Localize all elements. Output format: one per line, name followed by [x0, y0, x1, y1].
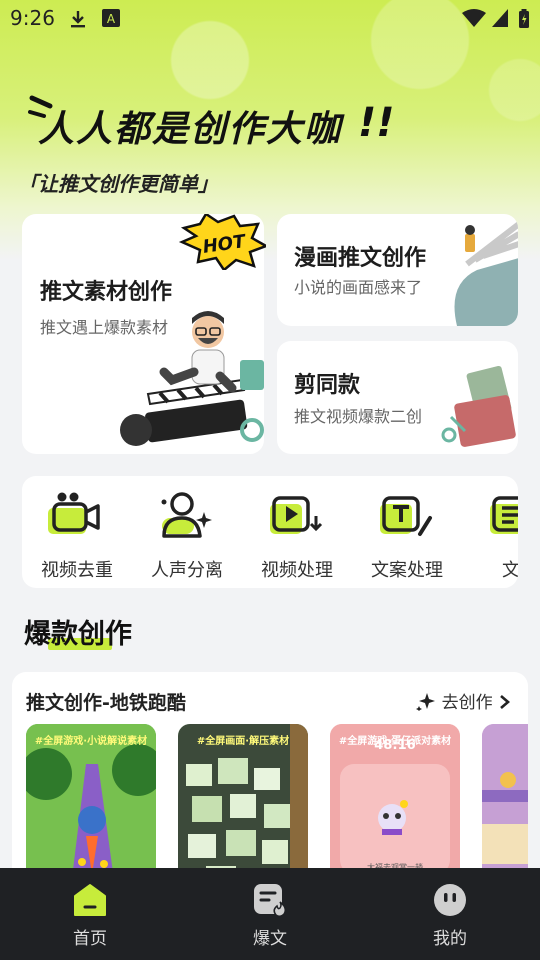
hot-creation-card: 推文创作-地铁跑酷 去创作 #全屏游戏·小说解说素材 #全屏画面·解压素材 #全… — [12, 672, 528, 892]
profile-face-icon — [434, 884, 466, 916]
hero-subslogan: 「让推文创作更简单」 — [18, 172, 218, 196]
tool-label: 视频去重 — [41, 560, 113, 581]
thumb-partial[interactable] — [482, 724, 528, 892]
wifi-icon — [462, 9, 486, 27]
tab-home[interactable]: 首页 — [0, 868, 180, 960]
battery-icon — [519, 9, 529, 28]
font-icon: A — [102, 9, 120, 27]
chopped-cabbage-image — [178, 724, 308, 892]
tab-articles[interactable]: 爆文 — [180, 868, 360, 960]
feature-title: 推文创作-地铁跑酷 — [26, 692, 186, 714]
tool-label: 人声分离 — [151, 560, 223, 581]
comic-card-desc: 小说的画面感来了 — [294, 278, 423, 297]
tab-profile[interactable]: 我的 — [360, 868, 540, 960]
status-time: 9:26 — [10, 6, 55, 30]
creator-character-illustration — [120, 311, 264, 446]
same-template-card[interactable]: 剪同款 推文视频爆款二创 — [277, 341, 518, 454]
go-create-link[interactable]: 去创作 — [416, 688, 512, 713]
comic-creation-card[interactable]: 漫画推文创作 小说的画面感来了 — [277, 214, 518, 326]
thumb-timer: 48:16 — [374, 738, 416, 753]
status-bar: 9:26 A — [0, 0, 540, 36]
thumb-eggy-party[interactable]: #全屏游戏·蛋仔派对素材 48:16 大福去观赏一趟 — [330, 724, 460, 892]
article-icon — [490, 496, 518, 534]
home-icon — [74, 884, 106, 916]
partial-thumb-image — [482, 724, 528, 892]
sparkle-icon — [416, 693, 436, 711]
books-scissors-illustration — [441, 365, 516, 447]
material-card-title: 推文素材创作 — [40, 280, 173, 305]
thumb-caption: #全屏画面·解压素材 — [196, 736, 290, 747]
text-edit-icon — [380, 496, 432, 536]
tool-copy-processing[interactable]: 文案处理 — [352, 476, 462, 588]
tool-article[interactable]: 文章 — [462, 476, 518, 588]
signal-icon — [492, 9, 508, 27]
stairs-book-illustration — [454, 221, 518, 326]
same-card-title: 剪同款 — [294, 373, 361, 398]
go-create-label: 去创作 — [441, 693, 493, 713]
comic-card-title: 漫画推文创作 — [294, 246, 427, 271]
thumb-caption: #全屏游戏·小说解说素材 — [34, 736, 148, 747]
tab-label: 爆文 — [253, 929, 287, 949]
tool-label: 视频处理 — [261, 560, 333, 581]
tool-video-processing[interactable]: 视频处理 — [242, 476, 352, 588]
same-card-desc: 推文视频爆款二创 — [294, 407, 423, 426]
video-play-icon — [270, 496, 323, 534]
tab-label: 我的 — [433, 929, 467, 949]
section-title: 爆款创作 — [24, 619, 132, 650]
user-sparkle-icon — [161, 492, 212, 538]
hero-slogan: 人人都是创作大咖 — [38, 109, 343, 150]
chevron-right-icon — [500, 695, 510, 709]
tool-label: 文章 — [502, 560, 518, 581]
download-icon — [71, 11, 85, 28]
article-fire-icon — [254, 884, 287, 918]
tool-label: 文案处理 — [371, 560, 443, 581]
hot-badge: HOT — [178, 214, 266, 270]
tab-label: 首页 — [73, 929, 107, 949]
video-camera-icon — [48, 492, 100, 534]
svg-text:A: A — [107, 12, 116, 26]
subway-runner-image — [26, 724, 156, 892]
tools-row: 视频去重 人声分离 视频处理 文案处理 文 — [22, 476, 518, 588]
hero-slogan-exclaim: !! — [358, 100, 395, 146]
bottom-tab-bar: 首页 爆文 我的 — [0, 868, 540, 960]
tool-video-dedupe[interactable]: 视频去重 — [22, 476, 132, 588]
thumb-cabbage[interactable]: #全屏画面·解压素材 — [178, 724, 308, 892]
thumb-subway-runner[interactable]: #全屏游戏·小说解说素材 — [26, 724, 156, 892]
tool-voice-separation[interactable]: 人声分离 — [132, 476, 242, 588]
